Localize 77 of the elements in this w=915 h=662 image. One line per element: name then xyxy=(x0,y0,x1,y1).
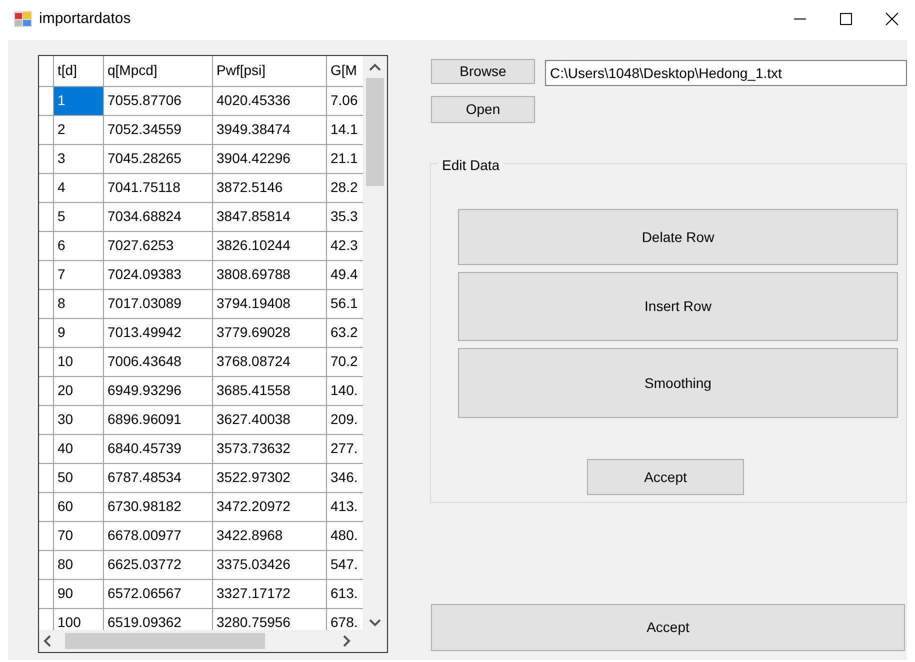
table-cell[interactable]: 3794.19408 xyxy=(212,289,326,318)
table-cell[interactable]: 7052.34559 xyxy=(103,115,212,144)
scroll-down-icon[interactable] xyxy=(369,618,381,626)
table-cell[interactable]: 3627.40038 xyxy=(212,405,326,434)
table-cell[interactable]: 3685.41558 xyxy=(212,376,326,405)
table-cell[interactable]: 6572.06567 xyxy=(103,579,212,608)
table-cell[interactable]: 7055.87706 xyxy=(103,86,212,115)
table-cell[interactable]: 6 xyxy=(53,231,103,260)
table-cell[interactable]: 40 xyxy=(53,434,103,463)
table-cell[interactable]: 8 xyxy=(53,289,103,318)
table-cell[interactable]: 3375.03426 xyxy=(212,550,326,579)
table-cell[interactable]: 3522.97302 xyxy=(212,463,326,492)
column-header[interactable]: Pwf[psi] xyxy=(212,56,326,86)
table-cell[interactable]: 3472.20972 xyxy=(212,492,326,521)
accept-button[interactable]: Accept xyxy=(587,459,744,495)
table-cell[interactable]: 3779.69028 xyxy=(212,318,326,347)
table-cell[interactable]: 6730.98182 xyxy=(103,492,212,521)
table-cell[interactable]: 20 xyxy=(53,376,103,405)
table-cell[interactable]: 6625.03772 xyxy=(103,550,212,579)
table-cell[interactable]: 7027.6253 xyxy=(103,231,212,260)
table-cell[interactable]: 3422.8968 xyxy=(212,521,326,550)
table-cell[interactable]: 7045.28265 xyxy=(103,144,212,173)
action-button[interactable]: Smoothing xyxy=(458,348,898,418)
table-cell[interactable]: 6787.48534 xyxy=(103,463,212,492)
vertical-scrollbar[interactable] xyxy=(363,56,387,630)
table-cell[interactable]: 90 xyxy=(53,579,103,608)
table-cell[interactable]: 7017.03089 xyxy=(103,289,212,318)
table-cell[interactable]: 5 xyxy=(53,202,103,231)
table-cell[interactable]: 7034.68824 xyxy=(103,202,212,231)
browse-button[interactable]: Browse xyxy=(431,59,535,84)
table-cell[interactable]: 3847.85814 xyxy=(212,202,326,231)
table-cell[interactable]: 4 xyxy=(53,173,103,202)
app-icon xyxy=(14,11,32,27)
file-path-field[interactable]: C:\Users\1048\Desktop\Hedong_1.txt xyxy=(545,60,907,86)
table-cell[interactable]: 3949.38474 xyxy=(212,115,326,144)
table-cell[interactable]: 60 xyxy=(53,492,103,521)
table-cell[interactable]: 3904.42296 xyxy=(212,144,326,173)
table-cell[interactable]: 3872.5146 xyxy=(212,173,326,202)
scroll-up-icon[interactable] xyxy=(369,63,381,71)
accept-button[interactable]: Accept xyxy=(431,604,905,651)
table-cell[interactable]: 3 xyxy=(53,144,103,173)
table-cell[interactable]: 3826.10244 xyxy=(212,231,326,260)
horizontal-scrollbar[interactable] xyxy=(39,630,387,652)
table-cell[interactable]: 3327.17172 xyxy=(212,579,326,608)
scroll-left-icon[interactable] xyxy=(42,635,50,647)
action-button[interactable]: Delate Row xyxy=(458,209,898,265)
window-title: importardatos xyxy=(39,8,131,29)
table-cell[interactable]: 3808.69788 xyxy=(212,260,326,289)
table-cell[interactable]: 10 xyxy=(53,347,103,376)
scroll-right-icon[interactable] xyxy=(342,635,350,647)
table-cell[interactable]: 9 xyxy=(53,318,103,347)
table-cell[interactable]: 6678.00977 xyxy=(103,521,212,550)
table-cell[interactable]: 7041.75118 xyxy=(103,173,212,202)
table-cell[interactable]: 7 xyxy=(53,260,103,289)
close-icon[interactable] xyxy=(885,12,899,26)
table-cell[interactable]: 7013.49942 xyxy=(103,318,212,347)
table-cell[interactable]: 6840.45739 xyxy=(103,434,212,463)
table-cell[interactable]: 4020.45336 xyxy=(212,86,326,115)
column-header[interactable]: q[Mpcd] xyxy=(103,56,212,86)
table-cell[interactable]: 80 xyxy=(53,550,103,579)
table-cell[interactable]: 50 xyxy=(53,463,103,492)
open-button[interactable]: Open xyxy=(431,96,535,123)
table-cell[interactable]: 1 xyxy=(53,86,103,115)
table-cell[interactable]: 30 xyxy=(53,405,103,434)
table-cell[interactable]: 6949.93296 xyxy=(103,376,212,405)
table-cell[interactable]: 70 xyxy=(53,521,103,550)
action-button[interactable]: Insert Row xyxy=(458,272,898,341)
table-cell[interactable]: 3573.73632 xyxy=(212,434,326,463)
table-cell[interactable]: 7024.09383 xyxy=(103,260,212,289)
table-cell[interactable]: 2 xyxy=(53,115,103,144)
table-cell[interactable]: 7006.43648 xyxy=(103,347,212,376)
scrollbar-thumb[interactable] xyxy=(64,633,264,649)
table-cell[interactable]: 6896.96091 xyxy=(103,405,212,434)
column-header[interactable]: t[d] xyxy=(53,56,103,86)
table-cell[interactable]: 3768.08724 xyxy=(212,347,326,376)
scrollbar-thumb[interactable] xyxy=(366,78,384,186)
maximize-icon[interactable] xyxy=(839,12,853,26)
